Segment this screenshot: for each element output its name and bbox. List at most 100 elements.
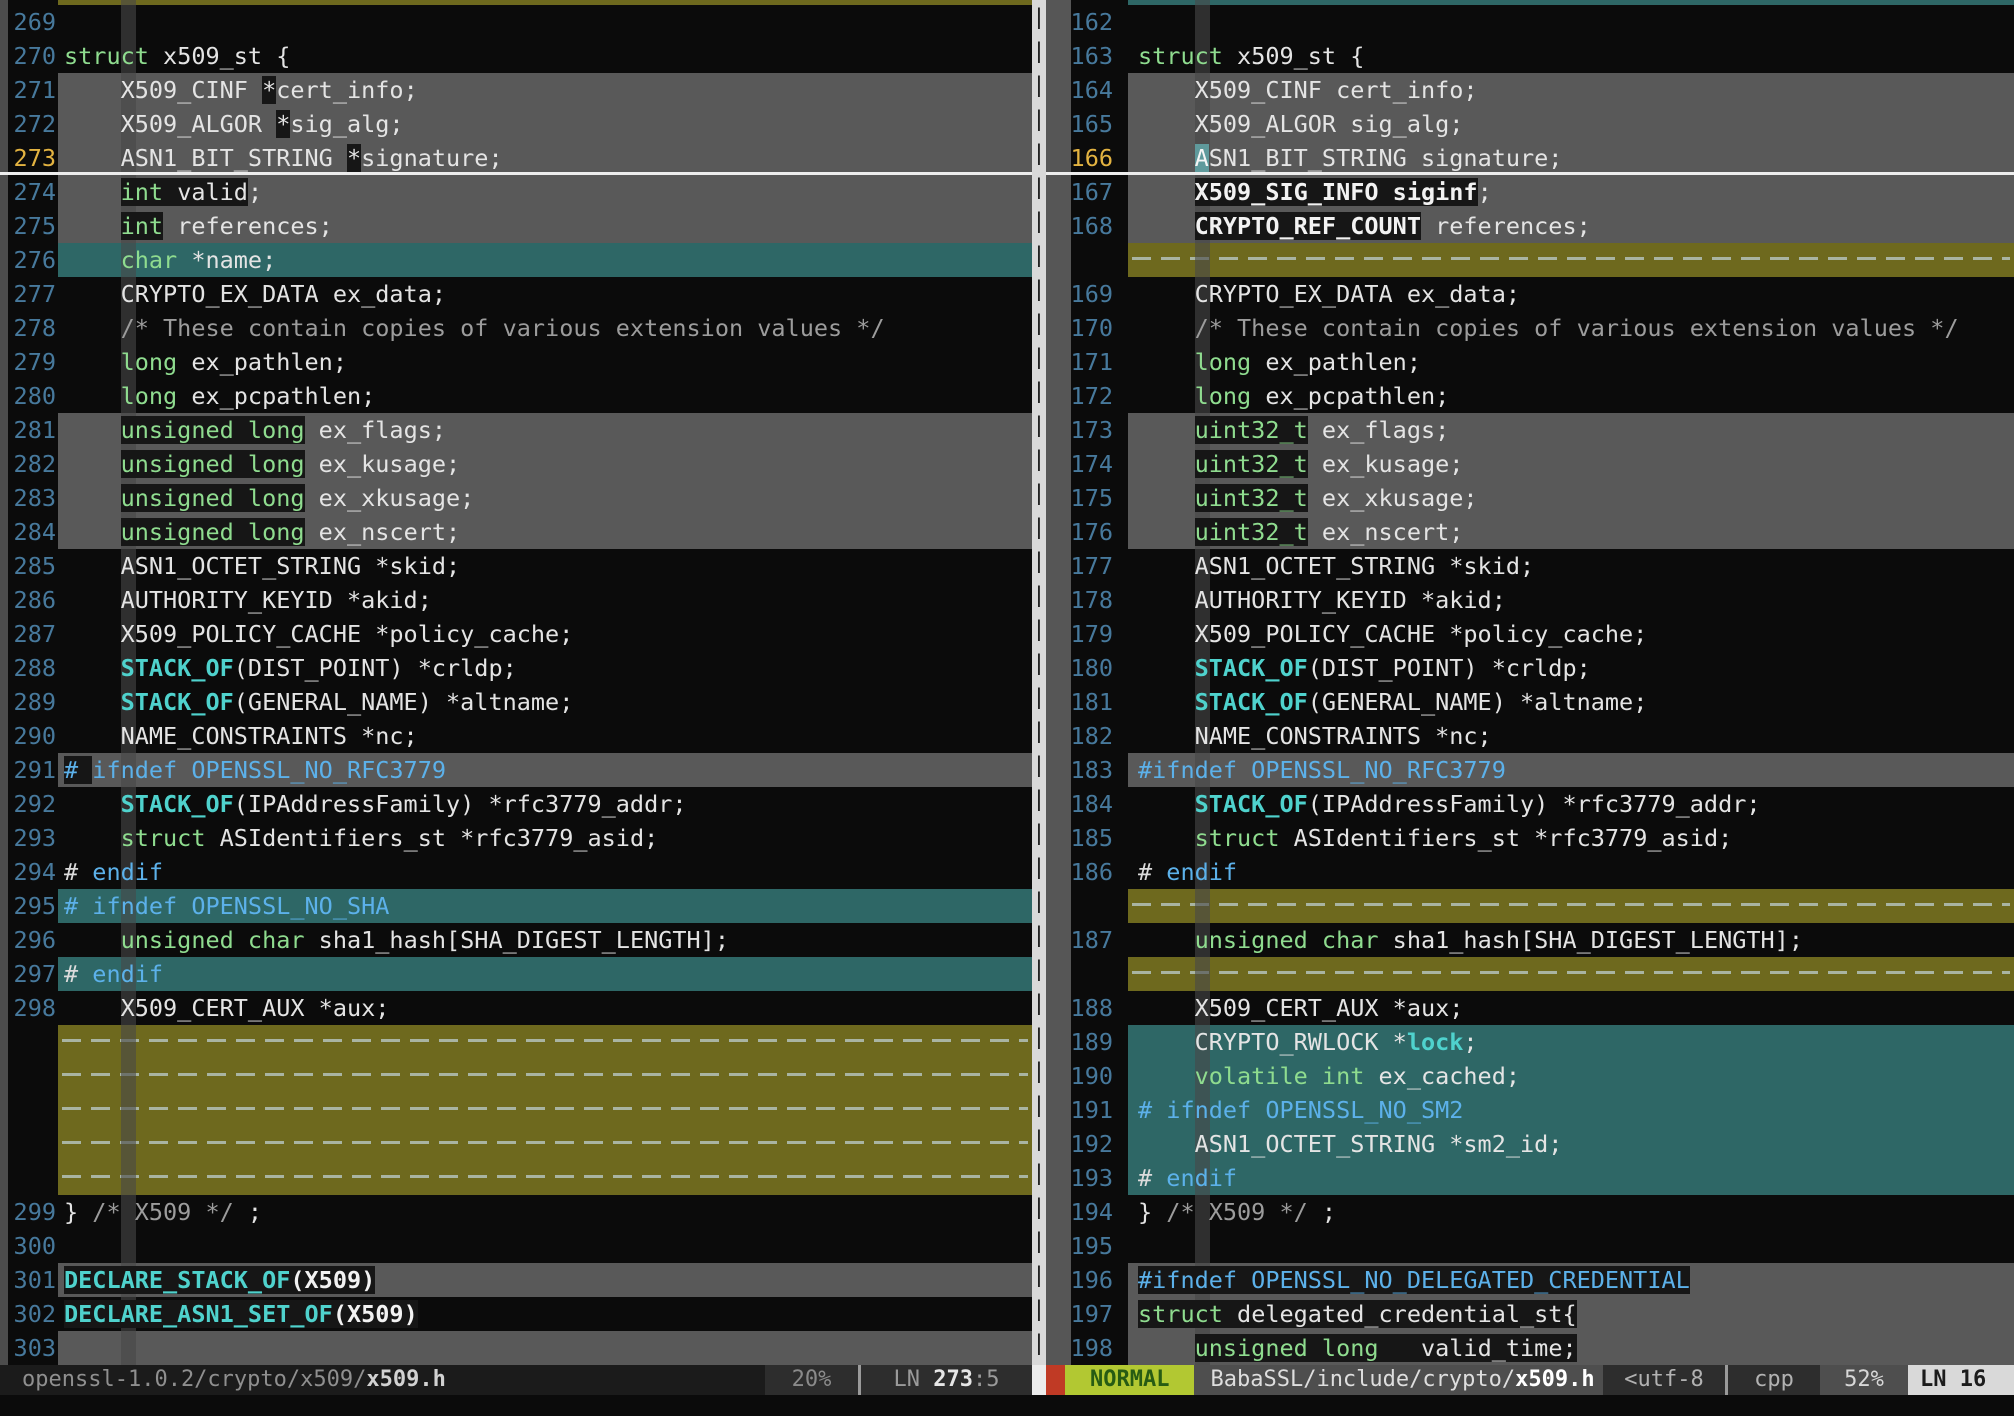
code-line[interactable]: 302DECLARE_ASN1_SET_OF(X509) [0,1297,1032,1331]
code-line[interactable]: 295# ifndef OPENSSL_NO_SHA [0,889,1032,923]
diff-filler-line[interactable] [0,1161,1032,1195]
code-line[interactable]: 183#ifndef OPENSSL_NO_RFC3779 [1046,753,2014,787]
diff-filler-line[interactable] [1046,957,2014,991]
code-line[interactable]: 301DECLARE_STACK_OF(X509) [0,1263,1032,1297]
diff-filler-line[interactable] [0,1093,1032,1127]
code-line[interactable]: 276 char *name; [0,243,1032,277]
diff-highlight-band [58,1025,1032,1059]
code-line[interactable]: 189 CRYPTO_RWLOCK *lock; [1046,1025,2014,1059]
code-line[interactable]: 285 ASN1_OCTET_STRING *skid; [0,549,1032,583]
left-statusline: openssl-1.0.2/crypto/x509/x509.h 20% LN … [0,1365,1032,1395]
code-line[interactable]: 288 STACK_OF(DIST_POINT) *crldp; [0,651,1032,685]
code-line[interactable]: 182 NAME_CONSTRAINTS *nc; [1046,719,2014,753]
code-line[interactable]: 278 /* These contain copies of various e… [0,311,1032,345]
code-line[interactable]: 168 CRYPTO_REF_COUNT references; [1046,209,2014,243]
code-line[interactable]: 275 int references; [0,209,1032,243]
code-line[interactable]: 178 AUTHORITY_KEYID *akid; [1046,583,2014,617]
code-line[interactable]: 181 STACK_OF(GENERAL_NAME) *altname; [1046,685,2014,719]
code-line[interactable]: 190 volatile int ex_cached; [1046,1059,2014,1093]
code-line[interactable]: 293 struct ASIdentifiers_st *rfc3779_asi… [0,821,1032,855]
code-line[interactable]: 174 uint32_t ex_kusage; [1046,447,2014,481]
code-line[interactable]: 175 uint32_t ex_xkusage; [1046,481,2014,515]
divider-bar-glyph: | [1032,1156,1046,1190]
code-line[interactable]: 269 [0,5,1032,39]
code-line[interactable]: 198 unsigned long valid_time; [1046,1331,2014,1365]
window-divider[interactable]: |||||||||||||||||||||||||||||||||||||||| [1032,0,1046,1365]
code-line[interactable]: 172 long ex_pcpathlen; [1046,379,2014,413]
code-line[interactable]: 164 X509_CINF cert_info; [1046,73,2014,107]
code-line[interactable]: 286 AUTHORITY_KEYID *akid; [0,583,1032,617]
code-line[interactable]: 185 struct ASIdentifiers_st *rfc3779_asi… [1046,821,2014,855]
code-line[interactable]: 296 unsigned char sha1_hash[SHA_DIGEST_L… [0,923,1032,957]
code-line[interactable]: 283 unsigned long ex_xkusage; [0,481,1032,515]
code-line[interactable]: 289 STACK_OF(GENERAL_NAME) *altname; [0,685,1032,719]
code-line[interactable]: 169 CRYPTO_EX_DATA ex_data; [1046,277,2014,311]
code-line[interactable]: 281 unsigned long ex_flags; [0,413,1032,447]
code-line[interactable]: 292 STACK_OF(IPAddressFamily) *rfc3779_a… [0,787,1032,821]
filler-dashes [1132,971,2010,974]
code-line[interactable]: 195 [1046,1229,2014,1263]
code-line[interactable]: 193# endif [1046,1161,2014,1195]
code-line[interactable]: 162 [1046,5,2014,39]
line-number: 183 [1046,753,1113,787]
code-line[interactable]: 280 long ex_pcpathlen; [0,379,1032,413]
code-line[interactable]: 282 unsigned long ex_kusage; [0,447,1032,481]
code-line[interactable]: 279 long ex_pathlen; [0,345,1032,379]
line-number: 300 [0,1229,56,1263]
code-line[interactable]: 299} /* X509 */ ; [0,1195,1032,1229]
code-line[interactable]: 188 X509_CERT_AUX *aux; [1046,991,2014,1025]
code-line[interactable]: 297# endif [0,957,1032,991]
code-line[interactable]: 173 uint32_t ex_flags; [1046,413,2014,447]
code-line[interactable]: 303 [0,1331,1032,1365]
code-line[interactable]: 167 X509_SIG_INFO siginf; [1046,175,2014,209]
divider-bar-glyph: | [1032,1020,1046,1054]
code-line[interactable]: 271 X509_CINF *cert_info; [0,73,1032,107]
code-line[interactable]: 270struct x509_st { [0,39,1032,73]
diff-filler-line[interactable] [0,1025,1032,1059]
code-line[interactable]: 197struct delegated_credential_st{ [1046,1297,2014,1331]
code-line[interactable]: 163struct x509_st { [1046,39,2014,73]
code-line[interactable]: 277 CRYPTO_EX_DATA ex_data; [0,277,1032,311]
line-number: 273 [0,141,56,175]
code-line[interactable]: 170 /* These contain copies of various e… [1046,311,2014,345]
code-line[interactable]: 177 ASN1_OCTET_STRING *skid; [1046,549,2014,583]
code-text: X509_POLICY_CACHE *policy_cache; [64,617,573,651]
code-line[interactable]: 192 ASN1_OCTET_STRING *sm2_id; [1046,1127,2014,1161]
code-line[interactable]: 186# endif [1046,855,2014,889]
code-line[interactable]: 290 NAME_CONSTRAINTS *nc; [0,719,1032,753]
divider-bar-glyph: | [1032,1326,1046,1360]
code-line[interactable]: 180 STACK_OF(DIST_POINT) *crldp; [1046,651,2014,685]
code-line[interactable]: 179 X509_POLICY_CACHE *policy_cache; [1046,617,2014,651]
line-number: 284 [0,515,56,549]
line-number: 282 [0,447,56,481]
code-line[interactable]: 298 X509_CERT_AUX *aux; [0,991,1032,1025]
diff-filler-line[interactable] [0,1127,1032,1161]
line-number: 176 [1046,515,1113,549]
diff-highlight-band [58,1093,1032,1127]
code-line[interactable]: 187 unsigned char sha1_hash[SHA_DIGEST_L… [1046,923,2014,957]
code-text: X509_CINF cert_info; [1138,73,1478,107]
code-line[interactable]: 194} /* X509 */ ; [1046,1195,2014,1229]
diff-filler-line[interactable] [1046,243,2014,277]
code-line[interactable]: 191# ifndef OPENSSL_NO_SM2 [1046,1093,2014,1127]
code-line[interactable]: 176 uint32_t ex_nscert; [1046,515,2014,549]
code-line[interactable]: 274 int valid; [0,175,1032,209]
code-line[interactable]: 196#ifndef OPENSSL_NO_DELEGATED_CREDENTI… [1046,1263,2014,1297]
code-line[interactable]: 272 X509_ALGOR *sig_alg; [0,107,1032,141]
code-line[interactable]: 287 X509_POLICY_CACHE *policy_cache; [0,617,1032,651]
code-line[interactable]: 184 STACK_OF(IPAddressFamily) *rfc3779_a… [1046,787,2014,821]
code-line[interactable]: 171 long ex_pathlen; [1046,345,2014,379]
code-line[interactable]: 294# endif [0,855,1032,889]
code-text: CRYPTO_EX_DATA ex_data; [1138,277,1520,311]
line-number: 172 [1046,379,1113,413]
code-line[interactable]: 284 unsigned long ex_nscert; [0,515,1032,549]
code-line[interactable]: 300 [0,1229,1032,1263]
code-text: AUTHORITY_KEYID *akid; [64,583,432,617]
code-text: struct delegated_credential_st{ [1138,1297,1577,1331]
code-line[interactable]: 165 X509_ALGOR sig_alg; [1046,107,2014,141]
code-line[interactable]: 273 ASN1_BIT_STRING *signature; [0,141,1032,175]
code-line[interactable]: 291# ifndef OPENSSL_NO_RFC3779 [0,753,1032,787]
diff-filler-line[interactable] [0,1059,1032,1093]
code-line[interactable]: 166 ASN1_BIT_STRING signature; [1046,141,2014,175]
diff-filler-line[interactable] [1046,889,2014,923]
